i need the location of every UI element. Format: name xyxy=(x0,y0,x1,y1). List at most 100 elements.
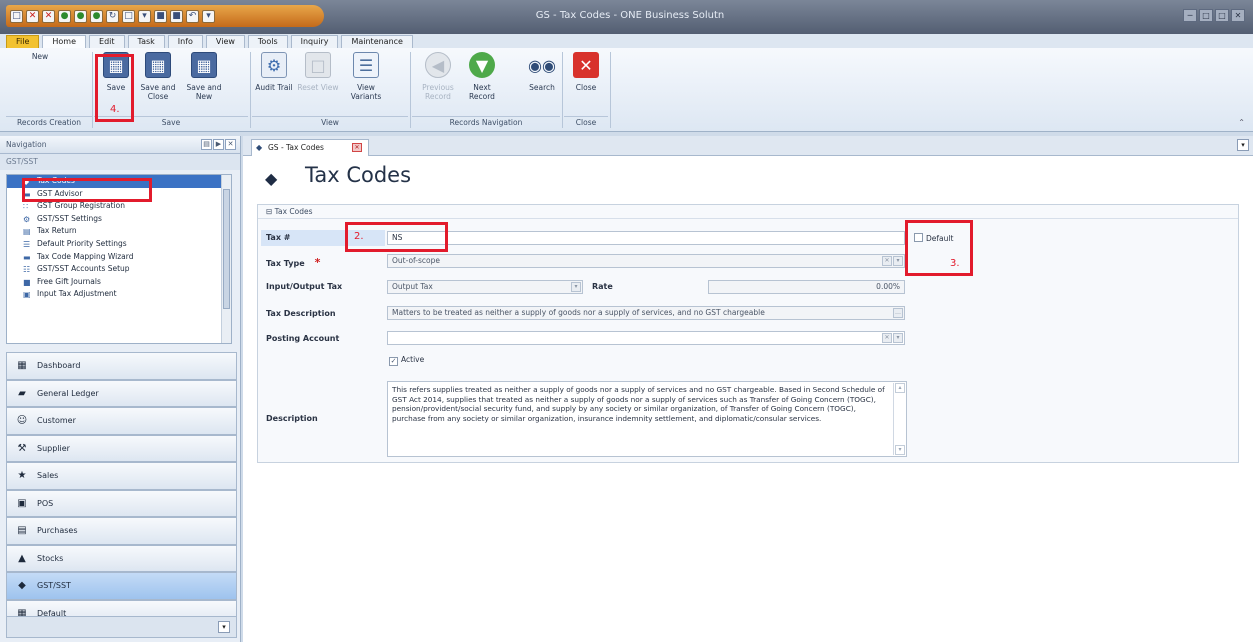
io-tax-select[interactable]: Output Tax ▾ xyxy=(387,280,583,294)
tax-description-label: Tax Description xyxy=(266,309,336,318)
quick-access-icon[interactable]: ▾ xyxy=(202,9,215,23)
search-label: Search xyxy=(529,83,555,92)
tree-item[interactable]: ☷ GST/SST Accounts Setup xyxy=(7,263,231,276)
tax-description-field[interactable]: Matters to be treated as neither a suppl… xyxy=(387,306,905,320)
tree-item[interactable]: ☰ Default Priority Settings xyxy=(7,238,231,251)
tree-item[interactable]: ▣ Input Tax Adjustment xyxy=(7,288,231,301)
tab-edit[interactable]: Edit xyxy=(89,35,125,48)
quick-access-icon[interactable]: ● xyxy=(74,9,87,23)
tree-item[interactable]: ∷ GST Group Registration xyxy=(7,200,231,213)
navigator-sections: ▦ Dashboard ▰ General Ledger ☺ Customer ⚒ Suppl… xyxy=(6,352,237,627)
tree-item[interactable]: ▤ Tax Return xyxy=(7,225,231,238)
tree-item-icon: ▣ xyxy=(23,290,31,300)
tab-info[interactable]: Info xyxy=(167,35,203,48)
previous-record-label: Previous Record xyxy=(422,83,454,101)
tree-item[interactable]: ■ Free Gift Journals xyxy=(7,276,231,289)
new-button[interactable]: New xyxy=(18,52,287,214)
ellipsis-icon[interactable]: … xyxy=(893,308,903,318)
close-window-button[interactable]: ✕ xyxy=(1231,9,1245,22)
restore-button[interactable]: □ xyxy=(1199,9,1213,22)
tree-item-icon: ■ xyxy=(23,277,31,287)
scroll-down-icon[interactable]: ▾ xyxy=(895,445,905,455)
required-indicator: * xyxy=(314,256,321,269)
tax-description-value: Matters to be treated as neither a suppl… xyxy=(392,308,765,317)
view-variants-icon: ☰ xyxy=(353,52,379,78)
quick-access-icon[interactable]: ↶ xyxy=(186,9,199,23)
group-header: ⊟ Tax Codes xyxy=(258,205,1238,219)
separator xyxy=(610,52,611,128)
reset-view-button[interactable]: □ Reset View xyxy=(296,52,340,92)
tax-number-input[interactable]: NS xyxy=(387,231,905,245)
quick-access-icon[interactable]: ✕ xyxy=(42,9,55,23)
posting-account-input[interactable]: ✕ ▾ xyxy=(387,331,905,345)
quick-access-icon[interactable]: ■ xyxy=(154,9,167,23)
nav-section-icon: ▦ xyxy=(17,360,27,371)
nav-section[interactable]: ★ Sales xyxy=(6,462,237,490)
minimize-button[interactable]: ─ xyxy=(1183,9,1197,22)
nav-section-label: POS xyxy=(37,498,54,508)
view-variants-label: View Variants xyxy=(350,83,382,101)
tab-home[interactable]: Home xyxy=(42,35,87,48)
tab-inquiry[interactable]: Inquiry xyxy=(290,35,339,48)
nav-section[interactable]: ◆ GST/SST xyxy=(6,572,237,600)
nav-section[interactable]: ▦ Dashboard xyxy=(6,352,237,380)
quick-access-icon[interactable]: □ xyxy=(10,9,23,23)
next-record-button[interactable]: ▼ Next Record xyxy=(460,52,504,101)
quick-access-icon[interactable]: □ xyxy=(122,9,135,23)
tab-tax-codes[interactable]: ◆ GS - Tax Codes ✕ xyxy=(251,139,369,156)
close-button[interactable]: ✕ Close xyxy=(564,52,608,92)
save-and-close-button[interactable]: ▦ Save and Close xyxy=(136,52,180,101)
tree-item-label: Tax Return xyxy=(37,226,77,236)
dropdown-icon[interactable]: ▾ xyxy=(893,333,903,343)
tax-type-select[interactable]: Out-of-scope ✕ ▾ xyxy=(387,254,905,268)
nav-section[interactable]: ▰ General Ledger xyxy=(6,379,237,407)
tree-scroll-thumb[interactable] xyxy=(223,189,230,309)
save-and-new-button[interactable]: ▦ Save and New xyxy=(182,52,226,101)
tree-scrollbar[interactable] xyxy=(221,175,231,343)
configure-sections-button[interactable]: ▾ xyxy=(218,621,230,633)
nav-section[interactable]: ▲ Stocks xyxy=(6,544,237,572)
tab-file[interactable]: File xyxy=(6,35,40,48)
io-tax-label: Input/Output Tax xyxy=(266,282,343,291)
clear-icon[interactable]: ✕ xyxy=(882,333,892,343)
tab-maintenance[interactable]: Maintenance xyxy=(341,35,413,48)
nav-section[interactable]: ▤ Purchases xyxy=(6,517,237,545)
rate-field[interactable]: 0.00% xyxy=(708,280,905,294)
tree-item[interactable]: ⚙ GST/SST Settings xyxy=(7,213,231,226)
tree-item[interactable]: ▬ Tax Code Mapping Wizard xyxy=(7,251,231,264)
navigator-float-button[interactable]: ▶ xyxy=(213,139,224,150)
quick-access-icon[interactable]: ● xyxy=(58,9,71,23)
tab-tools[interactable]: Tools xyxy=(247,35,288,48)
quick-access-icon[interactable]: ■ xyxy=(170,9,183,23)
navigator-controls: ▤ ▶ ✕ xyxy=(201,139,236,150)
scroll-up-icon[interactable]: ▴ xyxy=(895,383,905,393)
previous-record-button[interactable]: ◀ Previous Record xyxy=(416,52,460,101)
view-variants-button[interactable]: ☰ View Variants xyxy=(344,52,388,101)
nav-section[interactable]: ⚒ Supplier xyxy=(6,434,237,462)
quick-access-icon[interactable]: ● xyxy=(90,9,103,23)
quick-access-icon[interactable]: ↻ xyxy=(106,9,119,23)
dropdown-icon[interactable]: ▾ xyxy=(571,282,581,292)
maximize-button[interactable]: □ xyxy=(1215,9,1229,22)
active-checkbox[interactable]: ✓ Active xyxy=(389,355,424,366)
audit-trail-button[interactable]: ⚙ Audit Trail xyxy=(252,52,296,92)
search-button[interactable]: ◉◉ Search xyxy=(520,52,564,92)
nav-section-icon: ▲ xyxy=(18,552,26,564)
reset-view-icon: □ xyxy=(305,52,331,78)
description-textarea[interactable]: This refers supplies treated as neither … xyxy=(387,381,907,457)
nav-section[interactable]: ☺ Customer xyxy=(6,407,237,435)
collapse-ribbon-icon[interactable]: ⌃ xyxy=(1238,118,1245,127)
nav-section[interactable]: ▣ POS xyxy=(6,489,237,517)
navigator-pin-button[interactable]: ▤ xyxy=(201,139,212,150)
navigator-title: Navigation xyxy=(6,140,47,149)
description-scrollbar[interactable]: ▴ ▾ xyxy=(893,383,905,455)
tabs-dropdown-button[interactable]: ▾ xyxy=(1237,139,1249,151)
dropdown-icon[interactable]: ▾ xyxy=(893,256,903,266)
quick-access-icon[interactable]: ▾ xyxy=(138,9,151,23)
quick-access-icon[interactable]: ✕ xyxy=(26,9,39,23)
close-tab-icon[interactable]: ✕ xyxy=(352,143,362,152)
navigator-close-button[interactable]: ✕ xyxy=(225,139,236,150)
tab-task[interactable]: Task xyxy=(127,35,165,48)
clear-icon[interactable]: ✕ xyxy=(882,256,892,266)
tab-view[interactable]: View xyxy=(205,35,245,48)
